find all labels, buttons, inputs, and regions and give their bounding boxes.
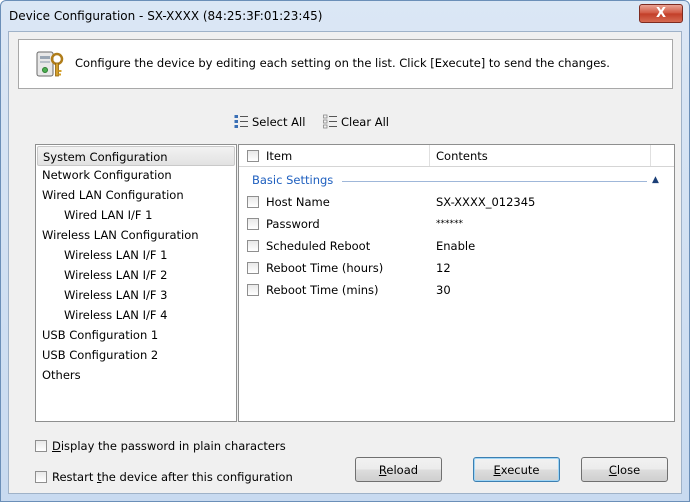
- row-checkbox[interactable]: [247, 262, 259, 274]
- group-divider-line: [342, 181, 647, 182]
- show-password-option[interactable]: Display the password in plain characters: [35, 439, 286, 453]
- row-value-password[interactable]: ******: [436, 219, 463, 229]
- tree-item-wireless-lan-if-1[interactable]: Wireless LAN I/F 1: [64, 245, 167, 265]
- close-button[interactable]: Close: [581, 457, 668, 482]
- tree-item-others[interactable]: Others: [42, 365, 81, 385]
- reload-label: Reload: [378, 462, 419, 477]
- table-header: Item Contents: [239, 145, 674, 167]
- tree-item-label: Wired LAN I/F 1: [64, 208, 153, 222]
- tree-item-wireless-lan-if-2[interactable]: Wireless LAN I/F 2: [64, 265, 167, 285]
- row-item-reboot-time-hours: Reboot Time (hours): [266, 261, 384, 275]
- row-checkbox[interactable]: [247, 196, 259, 208]
- tree-item-label: Wireless LAN I/F 1: [64, 248, 168, 262]
- row-item-scheduled-reboot: Scheduled Reboot: [266, 239, 371, 253]
- row-item-host-name: Host Name: [266, 195, 330, 209]
- row-value-reboot-time-hours[interactable]: 12: [436, 261, 451, 275]
- tree-item-label: System Configuration: [43, 150, 168, 164]
- instruction-banner: Configure the device by editing each set…: [18, 39, 673, 89]
- tree-item-system-configuration[interactable]: System Configuration: [37, 146, 235, 166]
- tree-item-label: Wired LAN Configuration: [42, 188, 184, 202]
- select-all-button[interactable]: Select All: [234, 114, 305, 130]
- column-header-item: Item: [266, 149, 293, 163]
- device-configuration-window: Device Configuration - SX-XXXX (84:25:3F…: [0, 0, 690, 502]
- group-basic-settings: Basic Settings: [252, 173, 334, 187]
- clear-all-button[interactable]: Clear All: [323, 114, 389, 130]
- row-item-password: Password: [266, 217, 320, 231]
- tree-item-wireless-lan-if-4[interactable]: Wireless LAN I/F 4: [64, 305, 167, 325]
- close-label: Close: [608, 462, 641, 477]
- column-divider: [429, 145, 430, 166]
- select-all-icon: [234, 115, 248, 128]
- tree-item-usb-configuration-1[interactable]: USB Configuration 1: [42, 325, 158, 345]
- tree-item-label: Network Configuration: [42, 168, 172, 182]
- tree-item-label: Wireless LAN I/F 2: [64, 268, 168, 282]
- tree-item-label: USB Configuration 1: [42, 328, 159, 342]
- row-value-reboot-time-mins[interactable]: 30: [436, 283, 451, 297]
- banner-text: Configure the device by editing each set…: [75, 56, 610, 70]
- row-checkbox[interactable]: [247, 218, 259, 230]
- row-checkbox[interactable]: [247, 240, 259, 252]
- reload-button[interactable]: Reload: [355, 457, 442, 482]
- row-value-scheduled-reboot[interactable]: Enable: [436, 239, 475, 253]
- execute-button[interactable]: Execute: [473, 457, 560, 482]
- select-all-label: Select All: [252, 115, 306, 129]
- column-divider: [650, 145, 651, 166]
- row-value-host-name[interactable]: SX-XXXX_012345: [436, 195, 535, 209]
- execute-label: Execute: [493, 462, 540, 477]
- clear-all-icon: [323, 114, 337, 129]
- tree-item-wireless-lan-if-3[interactable]: Wireless LAN I/F 3: [64, 285, 167, 305]
- tree-item-network-configuration[interactable]: Network Configuration: [42, 165, 172, 185]
- title-bar: Device Configuration - SX-XXXX (84:25:3F…: [1, 1, 689, 31]
- collapse-group-icon[interactable]: ▲: [652, 175, 659, 185]
- dialog-client-area: Configure the device by editing each set…: [8, 31, 682, 494]
- tree-item-label: Others: [42, 368, 81, 382]
- category-tree: System Configuration Network Configurati…: [35, 144, 237, 422]
- window-close-button[interactable]: X: [639, 4, 683, 23]
- tree-item-label: Wireless LAN Configuration: [42, 228, 199, 242]
- show-password-label: Display the password in plain characters: [52, 439, 286, 453]
- restart-device-checkbox[interactable]: [35, 471, 47, 483]
- row-checkbox[interactable]: [247, 284, 259, 296]
- select-all-checkbox[interactable]: [247, 150, 259, 162]
- tree-item-label: USB Configuration 2: [42, 348, 159, 362]
- column-header-contents: Contents: [436, 149, 488, 163]
- restart-device-option[interactable]: Restart the device after this configurat…: [35, 470, 293, 484]
- show-password-checkbox[interactable]: [35, 440, 47, 452]
- settings-table: Item Contents Basic Settings ▲ Host Name…: [238, 144, 675, 422]
- window-title: Device Configuration - SX-XXXX (84:25:3F…: [9, 9, 323, 23]
- restart-device-label: Restart the device after this configurat…: [52, 470, 293, 484]
- tree-item-wireless-lan-configuration[interactable]: Wireless LAN Configuration: [42, 225, 199, 245]
- tree-item-label: Wireless LAN I/F 3: [64, 288, 168, 302]
- close-icon: X: [655, 6, 667, 21]
- tree-item-usb-configuration-2[interactable]: USB Configuration 2: [42, 345, 158, 365]
- tree-item-wired-lan-if-1[interactable]: Wired LAN I/F 1: [64, 205, 152, 225]
- clear-all-label: Clear All: [341, 115, 389, 129]
- tree-item-label: Wireless LAN I/F 4: [64, 308, 168, 322]
- row-item-reboot-time-mins: Reboot Time (mins): [266, 283, 379, 297]
- tree-item-wired-lan-configuration[interactable]: Wired LAN Configuration: [42, 185, 184, 205]
- device-settings-icon: [36, 51, 64, 77]
